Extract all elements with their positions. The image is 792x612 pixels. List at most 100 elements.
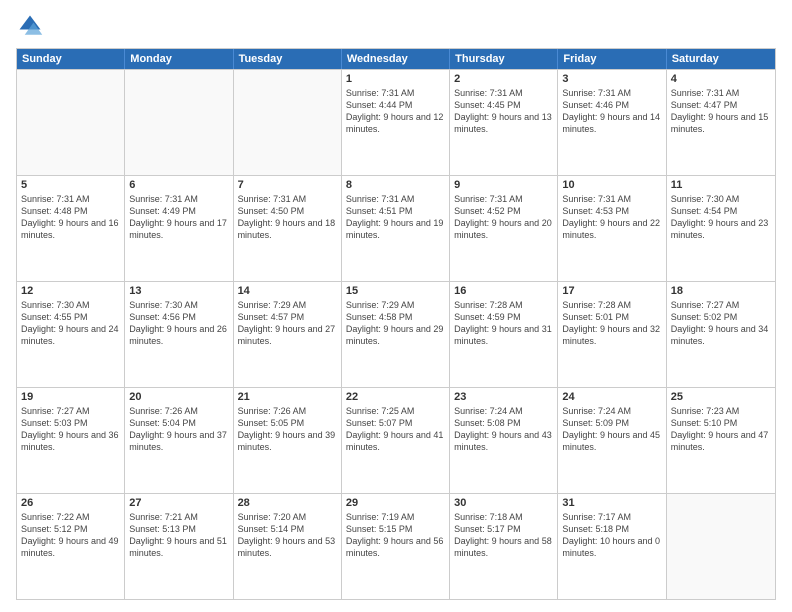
weekday-header: Tuesday [234,49,342,69]
calendar-cell [17,70,125,175]
day-info: Sunrise: 7:31 AMSunset: 4:47 PMDaylight:… [671,87,771,136]
calendar-cell: 5 Sunrise: 7:31 AMSunset: 4:48 PMDaylight… [17,176,125,281]
day-number: 10 [562,179,661,191]
day-number: 3 [562,73,661,85]
day-info: Sunrise: 7:31 AMSunset: 4:49 PMDaylight:… [129,193,228,242]
day-number: 30 [454,497,553,509]
day-info: Sunrise: 7:21 AMSunset: 5:13 PMDaylight:… [129,511,228,560]
day-info: Sunrise: 7:29 AMSunset: 4:57 PMDaylight:… [238,299,337,348]
calendar-cell: 24 Sunrise: 7:24 AMSunset: 5:09 PMDayligh… [558,388,666,493]
day-number: 17 [562,285,661,297]
day-number: 9 [454,179,553,191]
day-info: Sunrise: 7:19 AMSunset: 5:15 PMDaylight:… [346,511,445,560]
day-info: Sunrise: 7:30 AMSunset: 4:56 PMDaylight:… [129,299,228,348]
calendar-cell [667,494,775,599]
weekday-header: Monday [125,49,233,69]
calendar-cell: 11 Sunrise: 7:30 AMSunset: 4:54 PMDayligh… [667,176,775,281]
day-info: Sunrise: 7:31 AMSunset: 4:46 PMDaylight:… [562,87,661,136]
calendar-cell: 2Sunrise: 7:31 AMSunset: 4:45 PMDaylight… [450,70,558,175]
weekday-header: Wednesday [342,49,450,69]
calendar-cell: 15 Sunrise: 7:29 AMSunset: 4:58 PMDayligh… [342,282,450,387]
day-info: Sunrise: 7:24 AMSunset: 5:09 PMDaylight:… [562,405,661,454]
calendar-cell: 9 Sunrise: 7:31 AMSunset: 4:52 PMDaylight… [450,176,558,281]
calendar-cell: 31 Sunrise: 7:17 AMSunset: 5:18 PMDayligh… [558,494,666,599]
calendar-cell: 12 Sunrise: 7:30 AMSunset: 4:55 PMDayligh… [17,282,125,387]
calendar-cell: 16Sunrise: 7:28 AMSunset: 4:59 PMDayligh… [450,282,558,387]
day-number: 14 [238,285,337,297]
calendar-cell: 6Sunrise: 7:31 AMSunset: 4:49 PMDaylight… [125,176,233,281]
day-info: Sunrise: 7:31 AMSunset: 4:45 PMDaylight:… [454,87,553,136]
calendar-cell: 7 Sunrise: 7:31 AMSunset: 4:50 PMDaylight… [234,176,342,281]
calendar-cell: 28 Sunrise: 7:20 AMSunset: 5:14 PMDayligh… [234,494,342,599]
day-info: Sunrise: 7:30 AMSunset: 4:55 PMDaylight:… [21,299,120,348]
day-number: 12 [21,285,120,297]
header [16,12,776,40]
day-number: 29 [346,497,445,509]
calendar-cell: 19 Sunrise: 7:27 AMSunset: 5:03 PMDayligh… [17,388,125,493]
day-number: 21 [238,391,337,403]
day-number: 22 [346,391,445,403]
day-number: 18 [671,285,771,297]
logo-icon [16,12,44,40]
calendar-body: 1Sunrise: 7:31 AMSunset: 4:44 PMDaylight… [17,69,775,599]
calendar-cell: 18 Sunrise: 7:27 AMSunset: 5:02 PMDayligh… [667,282,775,387]
calendar-cell: 13 Sunrise: 7:30 AMSunset: 4:56 PMDayligh… [125,282,233,387]
calendar-cell: 29 Sunrise: 7:19 AMSunset: 5:15 PMDayligh… [342,494,450,599]
day-info: Sunrise: 7:31 AMSunset: 4:48 PMDaylight:… [21,193,120,242]
day-number: 15 [346,285,445,297]
calendar-row: 26Sunrise: 7:22 AMSunset: 5:12 PMDayligh… [17,493,775,599]
day-info: Sunrise: 7:20 AMSunset: 5:14 PMDaylight:… [238,511,337,560]
day-info: Sunrise: 7:27 AMSunset: 5:02 PMDaylight:… [671,299,771,348]
calendar-row: 12 Sunrise: 7:30 AMSunset: 4:55 PMDayligh… [17,281,775,387]
calendar-cell [234,70,342,175]
day-info: Sunrise: 7:23 AMSunset: 5:10 PMDaylight:… [671,405,771,454]
calendar-cell: 3 Sunrise: 7:31 AMSunset: 4:46 PMDaylight… [558,70,666,175]
day-info: Sunrise: 7:28 AMSunset: 4:59 PMDaylight:… [454,299,553,348]
day-info: Sunrise: 7:29 AMSunset: 4:58 PMDaylight:… [346,299,445,348]
calendar-cell: 4 Sunrise: 7:31 AMSunset: 4:47 PMDaylight… [667,70,775,175]
calendar-cell: 30 Sunrise: 7:18 AMSunset: 5:17 PMDayligh… [450,494,558,599]
day-number: 19 [21,391,120,403]
calendar-cell: 10 Sunrise: 7:31 AMSunset: 4:53 PMDayligh… [558,176,666,281]
day-number: 4 [671,73,771,85]
day-number: 27 [129,497,228,509]
day-info: Sunrise: 7:17 AMSunset: 5:18 PMDaylight:… [562,511,661,560]
calendar-cell: 20Sunrise: 7:26 AMSunset: 5:04 PMDayligh… [125,388,233,493]
weekday-header: Thursday [450,49,558,69]
day-number: 8 [346,179,445,191]
day-number: 28 [238,497,337,509]
logo [16,12,48,40]
day-info: Sunrise: 7:31 AMSunset: 4:51 PMDaylight:… [346,193,445,242]
calendar-cell: 23 Sunrise: 7:24 AMSunset: 5:08 PMDayligh… [450,388,558,493]
day-number: 26 [21,497,120,509]
calendar-row: 5 Sunrise: 7:31 AMSunset: 4:48 PMDaylight… [17,175,775,281]
calendar-cell: 8 Sunrise: 7:31 AMSunset: 4:51 PMDaylight… [342,176,450,281]
day-number: 23 [454,391,553,403]
day-number: 11 [671,179,771,191]
calendar-cell: 26Sunrise: 7:22 AMSunset: 5:12 PMDayligh… [17,494,125,599]
calendar: SundayMondayTuesdayWednesdayThursdayFrid… [16,48,776,600]
calendar-cell: 22 Sunrise: 7:25 AMSunset: 5:07 PMDayligh… [342,388,450,493]
day-number: 7 [238,179,337,191]
day-info: Sunrise: 7:18 AMSunset: 5:17 PMDaylight:… [454,511,553,560]
calendar-row: 1Sunrise: 7:31 AMSunset: 4:44 PMDaylight… [17,69,775,175]
calendar-row: 19 Sunrise: 7:27 AMSunset: 5:03 PMDayligh… [17,387,775,493]
day-info: Sunrise: 7:25 AMSunset: 5:07 PMDaylight:… [346,405,445,454]
day-number: 5 [21,179,120,191]
day-info: Sunrise: 7:24 AMSunset: 5:08 PMDaylight:… [454,405,553,454]
calendar-header: SundayMondayTuesdayWednesdayThursdayFrid… [17,49,775,69]
day-number: 25 [671,391,771,403]
weekday-header: Sunday [17,49,125,69]
day-info: Sunrise: 7:27 AMSunset: 5:03 PMDaylight:… [21,405,120,454]
day-info: Sunrise: 7:31 AMSunset: 4:50 PMDaylight:… [238,193,337,242]
day-info: Sunrise: 7:26 AMSunset: 5:04 PMDaylight:… [129,405,228,454]
day-info: Sunrise: 7:30 AMSunset: 4:54 PMDaylight:… [671,193,771,242]
day-number: 24 [562,391,661,403]
day-info: Sunrise: 7:28 AMSunset: 5:01 PMDaylight:… [562,299,661,348]
weekday-header: Saturday [667,49,775,69]
day-number: 13 [129,285,228,297]
day-info: Sunrise: 7:31 AMSunset: 4:53 PMDaylight:… [562,193,661,242]
day-info: Sunrise: 7:31 AMSunset: 4:52 PMDaylight:… [454,193,553,242]
day-number: 31 [562,497,661,509]
calendar-cell: 27 Sunrise: 7:21 AMSunset: 5:13 PMDayligh… [125,494,233,599]
